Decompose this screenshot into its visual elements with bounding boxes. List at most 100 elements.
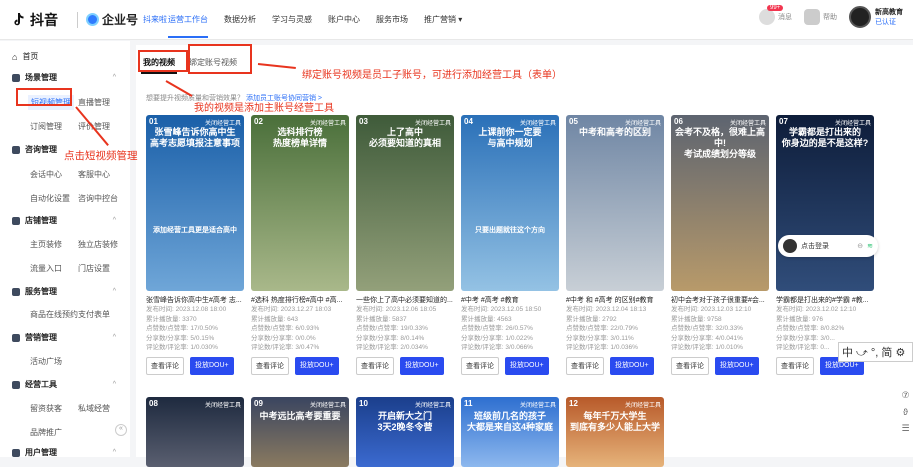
video-shares: 分享数/分享率: 8/0.14% xyxy=(356,334,425,342)
chevron-up-icon[interactable]: ^ xyxy=(113,74,116,81)
video-index: 10 xyxy=(359,399,368,408)
minus-icon[interactable]: ⊖ xyxy=(857,242,863,250)
sidebar-item-brand-ad[interactable]: 品牌推广 xyxy=(30,427,62,438)
sidebar-item-leads[interactable]: 留资获客 xyxy=(30,403,62,414)
sidebar-item-console[interactable]: 咨询中控台 xyxy=(78,193,118,204)
close-tool-tag[interactable]: 关闭经营工具 xyxy=(415,400,451,409)
service-icon xyxy=(12,287,20,296)
close-tool-tag[interactable]: 关闭经营工具 xyxy=(205,400,241,409)
video-thumbnail[interactable]: 07 关闭经营工具 学霸都是打出来的 你身边的是不是这样? xyxy=(776,115,874,291)
main-nav: 运营工作台 数据分析 学习与灵感 账户中心 服务市场 推广营销 ▾ xyxy=(160,14,470,38)
promote-dou-button[interactable]: 投放DOU+ xyxy=(295,356,339,375)
promote-dou-button[interactable]: 投放DOU+ xyxy=(715,356,759,375)
divider xyxy=(77,12,78,28)
video-card[interactable]: 02 关闭经营工具 选科排行榜 热度榜单详情 #选科 热度排行榜#高中 #高..… xyxy=(251,115,349,375)
sidebar-item-pay[interactable]: 支付表单 xyxy=(78,309,110,320)
sidebar-item-home-deco[interactable]: 主页装修 xyxy=(30,239,62,250)
scene-icon xyxy=(12,73,20,82)
promote-dou-button[interactable]: 投放DOU+ xyxy=(400,356,444,375)
sidebar-group-consult[interactable]: 咨询管理 xyxy=(12,144,57,155)
promote-dou-button[interactable]: 投放DOU+ xyxy=(610,356,654,375)
card-actions: 查看评论 投放DOU+ xyxy=(251,356,349,375)
sidebar-item-home[interactable]: ⌂ 首页 xyxy=(12,51,38,62)
sidebar-group-marketing[interactable]: 营销管理 xyxy=(12,332,57,343)
sidebar-item-private[interactable]: 私域经营 xyxy=(78,403,110,414)
message-badge: 99+ xyxy=(767,5,784,11)
video-card[interactable]: 01 关闭经营工具 张雪峰告诉你高中生 高考志愿填报注意事项 添加经营工具更是适… xyxy=(146,115,244,375)
nav-promotion[interactable]: 推广营销 ▾ xyxy=(416,14,470,25)
login-widget[interactable]: 点击登录 ⊖ ≋ xyxy=(778,235,878,257)
sidebar-item-flow[interactable]: 流量入口 xyxy=(30,263,62,274)
video-caption: 中考和高考的区别 xyxy=(578,127,651,137)
chevron-up-icon[interactable]: ^ xyxy=(113,288,116,295)
video-date: 发布时间: 2023.12.08 18:00 xyxy=(146,306,227,313)
sidebar-group-scene[interactable]: 场景管理 xyxy=(12,72,57,83)
brand-name: 抖音 xyxy=(30,12,58,28)
sidebar-collapse-button[interactable]: « xyxy=(115,424,127,436)
feedback-icon[interactable]: ☰ xyxy=(901,423,909,434)
nav-data-analysis[interactable]: 数据分析 xyxy=(216,14,264,25)
close-tool-tag[interactable]: 关闭经营工具 xyxy=(730,118,766,127)
video-thumbnail[interactable]: 04 关闭经营工具 上课前你一定要 与高中规划 只要出题就往这个方向 xyxy=(461,115,559,291)
video-card[interactable]: 03 关闭经营工具 上了高中 必须要知道的真相 一些你上了高中必须要知道的...… xyxy=(356,115,454,375)
close-tool-tag[interactable]: 关闭经营工具 xyxy=(625,400,661,409)
sidebar-item-campaign[interactable]: 活动广场 xyxy=(30,356,62,367)
video-card[interactable]: 06 关闭经营工具 会考不及格，很难上高中! 考试成绩划分等级 初中会考对于孩子… xyxy=(671,115,769,375)
sidebar-item-booking[interactable]: 商品在线预约 xyxy=(30,309,78,320)
enterprise-logo[interactable]: 企业号 抖来啦 xyxy=(86,11,167,28)
close-tool-tag[interactable]: 关闭经营工具 xyxy=(520,400,556,409)
help-icon[interactable]: ⑦ xyxy=(901,390,909,401)
video-thumbnail[interactable]: 06 关闭经营工具 会考不及格，很难上高中! 考试成绩划分等级 xyxy=(671,115,769,291)
close-tool-tag[interactable]: 关闭经营工具 xyxy=(310,400,346,409)
chevron-up-icon[interactable]: ^ xyxy=(113,449,116,456)
sidebar-item-store[interactable]: 门店设置 xyxy=(78,263,110,274)
douyin-logo[interactable]: 抖音 xyxy=(12,10,58,30)
sidebar-item-chat[interactable]: 会话中心 xyxy=(30,169,62,180)
close-tool-tag[interactable]: 关闭经营工具 xyxy=(520,118,556,127)
close-tool-tag[interactable]: 关闭经营工具 xyxy=(835,118,871,127)
nav-workbench[interactable]: 运营工作台 xyxy=(160,14,216,38)
video-thumbnail[interactable]: 02 关闭经营工具 选科排行榜 热度榜单详情 xyxy=(251,115,349,291)
video-card[interactable]: 05 关闭经营工具 中考和高考的区别 #中考 和 #高考 的区别#教育 发布时间… xyxy=(566,115,664,375)
message-button[interactable]: 99+ 消息 xyxy=(759,5,792,25)
nav-account-center[interactable]: 账户中心 xyxy=(320,14,368,25)
close-tool-tag[interactable]: 关闭经营工具 xyxy=(205,118,241,127)
view-comments-button[interactable]: 查看评论 xyxy=(671,356,709,375)
sidebar-item-live[interactable]: 直播管理 xyxy=(78,97,110,108)
help-button[interactable]: 帮助 xyxy=(804,9,837,25)
headset-icon[interactable]: ϑ xyxy=(903,407,908,417)
video-thumbnail[interactable]: 01 关闭经营工具 张雪峰告诉你高中生 高考志愿填报注意事项 添加经营工具更是适… xyxy=(146,115,244,291)
view-comments-button[interactable]: 查看评论 xyxy=(251,356,289,375)
close-tool-tag[interactable]: 关闭经营工具 xyxy=(415,118,451,127)
video-thumbnail[interactable]: 03 关闭经营工具 上了高中 必须要知道的真相 xyxy=(356,115,454,291)
view-comments-button[interactable]: 查看评论 xyxy=(566,356,604,375)
close-tool-tag[interactable]: 关闭经营工具 xyxy=(625,118,661,127)
video-title: #中考 和 #高考 的区别#教育 xyxy=(566,297,654,304)
nav-learning[interactable]: 学习与灵感 xyxy=(264,14,320,25)
sidebar-group-users[interactable]: 用户管理 xyxy=(12,447,57,458)
sidebar-group-service[interactable]: 服务管理 xyxy=(12,286,57,297)
sidebar-item-order[interactable]: 订阅管理 xyxy=(30,121,62,132)
video-shares: 分享数/分享率: 0/0.0% xyxy=(251,334,316,342)
ime-toolbar[interactable]: 中 ⤻ °, 简 ⚙ xyxy=(838,342,913,362)
sidebar-group-tools[interactable]: 经营工具 xyxy=(12,379,57,390)
view-comments-button[interactable]: 查看评论 xyxy=(356,356,394,375)
sidebar-item-auto[interactable]: 自动化设置 xyxy=(30,193,70,204)
promote-dou-button[interactable]: 投放DOU+ xyxy=(505,356,549,375)
nav-service-market[interactable]: 服务市场 xyxy=(368,14,416,25)
wifi-icon: ≋ xyxy=(867,243,873,250)
close-tool-tag[interactable]: 关闭经营工具 xyxy=(310,118,346,127)
view-comments-button[interactable]: 查看评论 xyxy=(776,356,814,375)
video-thumbnail[interactable]: 05 关闭经营工具 中考和高考的区别 xyxy=(566,115,664,291)
sidebar-item-shop[interactable]: 独立店装修 xyxy=(78,239,118,250)
profile-menu[interactable]: 新高教育 已认证 xyxy=(849,6,903,28)
sidebar-item-kefu[interactable]: 客服中心 xyxy=(78,169,110,180)
chevron-up-icon[interactable]: ^ xyxy=(113,334,116,341)
chevron-up-icon[interactable]: ^ xyxy=(113,381,116,388)
view-comments-button[interactable]: 查看评论 xyxy=(461,356,499,375)
promote-dou-button[interactable]: 投放DOU+ xyxy=(190,356,234,375)
view-comments-button[interactable]: 查看评论 xyxy=(146,356,184,375)
sidebar-group-shop[interactable]: 店铺管理 xyxy=(12,215,57,226)
video-card[interactable]: 04 关闭经营工具 上课前你一定要 与高中规划 只要出题就往这个方向 #中考 #… xyxy=(461,115,559,375)
chevron-up-icon[interactable]: ^ xyxy=(113,217,116,224)
